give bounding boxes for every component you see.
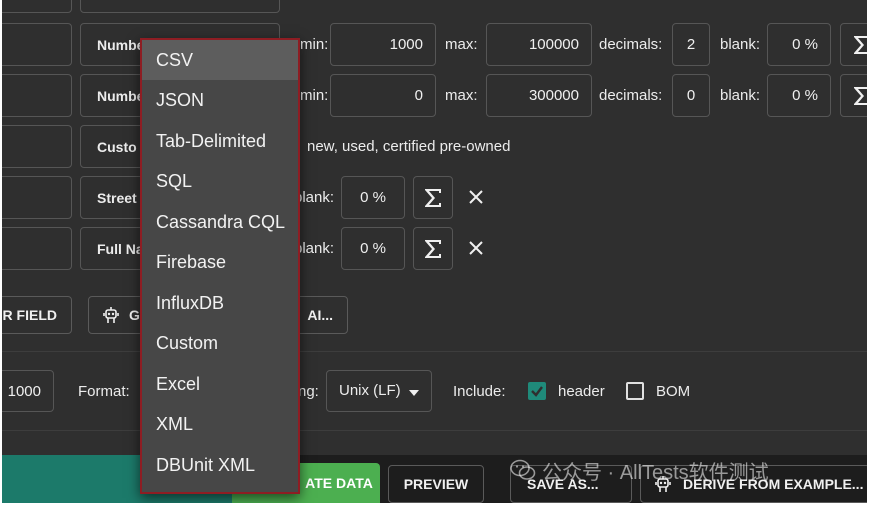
formula-button[interactable] bbox=[413, 176, 453, 219]
wechat-icon bbox=[510, 459, 536, 480]
field-type-label: Numbe bbox=[97, 88, 145, 104]
decimals-label: decimals: bbox=[599, 87, 663, 104]
format-option-csv[interactable]: CSV bbox=[142, 40, 298, 80]
bom-label: BOM bbox=[656, 383, 691, 400]
add-field-button[interactable]: R FIELD bbox=[2, 296, 72, 334]
field-name-input[interactable] bbox=[2, 227, 72, 270]
blank-input[interactable]: 0 % bbox=[341, 176, 405, 219]
robot-icon bbox=[103, 307, 119, 323]
blank-input[interactable]: 0 % bbox=[767, 74, 831, 117]
field-type-label: Numbe bbox=[97, 37, 145, 53]
field-name-input[interactable] bbox=[2, 125, 72, 168]
generate-data-label: ATE DATA bbox=[305, 475, 373, 491]
formula-button[interactable] bbox=[840, 74, 867, 117]
add-field-label: R FIELD bbox=[2, 307, 57, 323]
mockaroo-app: Numbe min: 1000 max: 100000 decimals: 2 … bbox=[2, 0, 867, 503]
blank-input[interactable]: 0 % bbox=[767, 23, 831, 66]
sigma-icon bbox=[425, 239, 441, 258]
format-option-sql[interactable]: SQL bbox=[142, 162, 298, 202]
min-label: min: bbox=[300, 36, 329, 53]
chevron-down-icon bbox=[409, 390, 419, 396]
min-input[interactable]: 0 bbox=[330, 74, 436, 117]
line-ending-select[interactable]: Unix (LF) bbox=[326, 370, 432, 412]
decimals-label: decimals: bbox=[599, 36, 663, 53]
rows-input[interactable]: 1000 bbox=[2, 370, 54, 412]
line-ending-value: Unix (LF) bbox=[339, 382, 401, 399]
field-name-input[interactable] bbox=[2, 176, 72, 219]
format-option-excel[interactable]: Excel bbox=[142, 364, 298, 404]
formula-button[interactable] bbox=[840, 23, 867, 66]
divider bbox=[2, 351, 867, 352]
check-icon bbox=[531, 386, 543, 397]
format-label: Format: bbox=[78, 383, 130, 400]
format-option-tab-delimited[interactable]: Tab-Delimited bbox=[142, 121, 298, 161]
decimals-input[interactable]: 2 bbox=[672, 23, 710, 66]
field-type-button-partial[interactable] bbox=[80, 0, 280, 13]
sigma-icon bbox=[854, 35, 867, 54]
format-option-custom[interactable]: Custom bbox=[142, 324, 298, 364]
format-option-cassandra-cql[interactable]: Cassandra CQL bbox=[142, 202, 298, 242]
custom-values[interactable]: new, used, certified pre-owned bbox=[307, 138, 510, 156]
blank-label: blank: bbox=[720, 87, 761, 104]
max-label: max: bbox=[445, 87, 478, 104]
format-option-influxdb[interactable]: InfluxDB bbox=[142, 283, 298, 323]
max-label: max: bbox=[445, 36, 478, 53]
formula-button[interactable] bbox=[413, 227, 453, 270]
field-type-label: Custo bbox=[97, 139, 137, 155]
format-option-xml[interactable]: XML bbox=[142, 405, 298, 445]
line-ending-label: ng: bbox=[298, 383, 319, 400]
watermark: 公众号 · AllTests软件测试 bbox=[510, 456, 769, 485]
ai-label: AI... bbox=[307, 307, 333, 323]
format-dropdown-menu: CSV JSON Tab-Delimited SQL Cassandra CQL… bbox=[140, 38, 300, 494]
format-option-firebase[interactable]: Firebase bbox=[142, 243, 298, 283]
include-label: Include: bbox=[453, 383, 506, 400]
sigma-icon bbox=[425, 188, 441, 207]
min-label: min: bbox=[300, 87, 329, 104]
blank-input[interactable]: 0 % bbox=[341, 227, 405, 270]
blank-label: blank: bbox=[294, 240, 335, 257]
format-option-json[interactable]: JSON bbox=[142, 81, 298, 121]
field-name-input-partial[interactable] bbox=[2, 0, 72, 13]
decimals-input[interactable]: 0 bbox=[672, 74, 710, 117]
sigma-icon bbox=[854, 86, 867, 105]
field-type-label: Street bbox=[97, 190, 137, 206]
max-input[interactable]: 100000 bbox=[486, 23, 592, 66]
format-option-dbunit-xml[interactable]: DBUnit XML bbox=[142, 445, 298, 485]
watermark-text: 公众号 · AllTests软件测试 bbox=[542, 462, 769, 484]
min-input[interactable]: 1000 bbox=[330, 23, 436, 66]
field-type-label: Full Na bbox=[97, 241, 144, 257]
bom-checkbox[interactable] bbox=[626, 382, 644, 400]
generate-fields-label: G bbox=[129, 307, 140, 323]
field-name-input[interactable] bbox=[2, 74, 72, 117]
close-icon[interactable] bbox=[467, 239, 485, 257]
preview-label: PREVIEW bbox=[403, 476, 469, 492]
divider bbox=[2, 430, 867, 431]
field-name-input[interactable] bbox=[2, 23, 72, 66]
blank-label: blank: bbox=[720, 36, 761, 53]
preview-button[interactable]: PREVIEW bbox=[388, 465, 484, 503]
close-icon[interactable] bbox=[467, 188, 485, 206]
max-input[interactable]: 300000 bbox=[486, 74, 592, 117]
header-label: header bbox=[558, 383, 605, 400]
blank-label: blank: bbox=[294, 189, 335, 206]
header-checkbox[interactable] bbox=[528, 382, 546, 400]
